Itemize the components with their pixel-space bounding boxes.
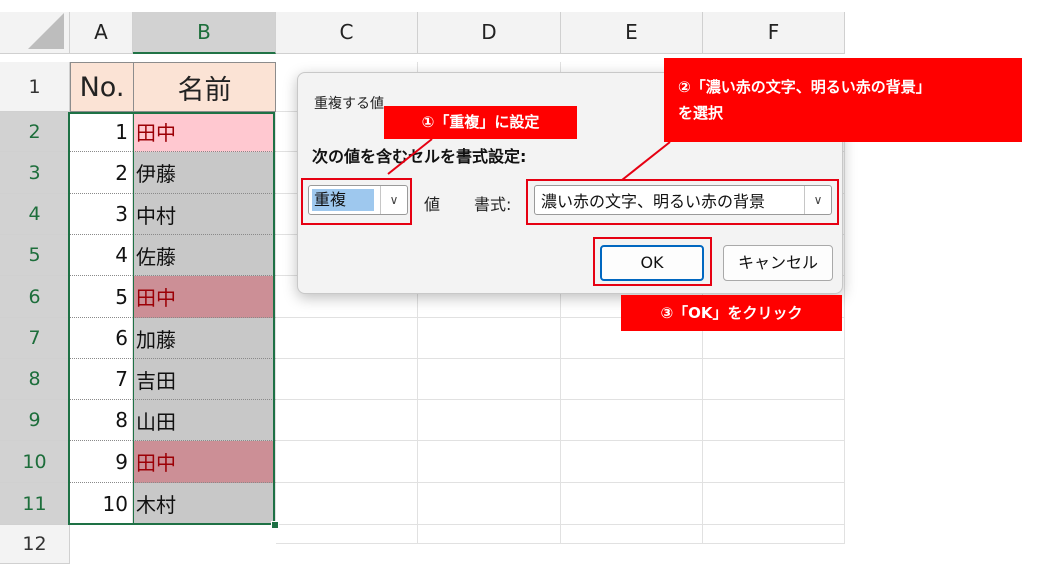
row-header-6[interactable]: 6: [0, 276, 70, 318]
grid-cell[interactable]: [418, 359, 561, 400]
grid-cell[interactable]: [561, 359, 703, 400]
cell-name-duplicate[interactable]: 田中: [133, 276, 276, 318]
grid-cell[interactable]: [418, 441, 561, 483]
row-header-5[interactable]: 5: [0, 235, 70, 276]
grid-cell[interactable]: [418, 318, 561, 359]
cell-name[interactable]: 山田: [133, 400, 276, 441]
row-header-3[interactable]: 3: [0, 152, 70, 194]
column-header-a[interactable]: A: [70, 12, 133, 54]
row-header-4[interactable]: 4: [0, 194, 70, 235]
grid-cell[interactable]: [703, 483, 845, 525]
duplicate-type-value: 重複: [312, 189, 374, 211]
grid-cell[interactable]: [561, 525, 703, 544]
cell-name[interactable]: 吉田: [133, 359, 276, 400]
grid-cell[interactable]: [276, 441, 418, 483]
grid-cell[interactable]: [276, 359, 418, 400]
cell-name-duplicate[interactable]: 田中: [133, 441, 276, 483]
chevron-down-icon[interactable]: ∨: [380, 186, 407, 214]
column-header-d[interactable]: D: [418, 12, 561, 54]
header-cell-no[interactable]: No.: [70, 62, 134, 112]
row-header-8[interactable]: 8: [0, 359, 70, 400]
cell-no[interactable]: 4: [70, 235, 133, 276]
callout-step2: ②「濃い赤の文字、明るい赤の背景」 を選択: [664, 58, 1022, 142]
grid-cell[interactable]: [703, 441, 845, 483]
grid-cell[interactable]: [276, 318, 418, 359]
grid-cell[interactable]: [418, 400, 561, 441]
grid-cell[interactable]: [418, 525, 561, 544]
callout-step2-line1: ②「濃い赤の文字、明るい赤の背景」: [678, 78, 931, 96]
value-label: 値: [424, 195, 441, 214]
cell-no[interactable]: 10: [70, 483, 133, 525]
grid-cell[interactable]: [418, 483, 561, 525]
row-header-7[interactable]: 7: [0, 318, 70, 359]
grid-cell[interactable]: [703, 525, 845, 544]
row-header-1[interactable]: 1: [0, 62, 70, 112]
cell-no[interactable]: 2: [70, 152, 133, 194]
chevron-down-icon[interactable]: ∨: [804, 186, 831, 214]
row-header-9[interactable]: 9: [0, 400, 70, 441]
column-header-e[interactable]: E: [561, 12, 703, 54]
grid-cell[interactable]: [561, 400, 703, 441]
duplicate-type-select[interactable]: 重複 ∨: [308, 185, 408, 215]
selection-divider: [133, 112, 134, 525]
cell-name[interactable]: 中村: [133, 194, 276, 235]
cell-name[interactable]: 佐藤: [133, 235, 276, 276]
grid-cell[interactable]: [276, 400, 418, 441]
cell-no[interactable]: 6: [70, 318, 133, 359]
grid-cell[interactable]: [703, 359, 845, 400]
column-header-b[interactable]: B: [133, 12, 276, 54]
cell-name[interactable]: 木村: [133, 483, 276, 525]
callout-step2-line2: を選択: [678, 104, 724, 122]
format-select[interactable]: 濃い赤の文字、明るい赤の背景 ∨: [534, 185, 832, 215]
cell-no[interactable]: 3: [70, 194, 133, 235]
cancel-button[interactable]: キャンセル: [723, 245, 833, 281]
column-header-f[interactable]: F: [703, 12, 845, 54]
dialog-prompt: 次の値を含むセルを書式設定:: [312, 147, 527, 166]
grid-cell[interactable]: [276, 483, 418, 525]
row-header-10[interactable]: 10: [0, 441, 70, 483]
select-all-triangle-icon: [28, 13, 64, 49]
cell-name[interactable]: 加藤: [133, 318, 276, 359]
format-value: 濃い赤の文字、明るい赤の背景: [541, 192, 766, 211]
cell-name-duplicate[interactable]: 田中: [133, 112, 276, 152]
cell-no[interactable]: 1: [70, 112, 133, 152]
column-header-c[interactable]: C: [276, 12, 418, 54]
fill-handle[interactable]: [271, 521, 279, 529]
grid-cell[interactable]: [276, 525, 418, 544]
callout-step1: ①「重複」に設定: [384, 106, 577, 139]
cell-no[interactable]: 8: [70, 400, 133, 441]
grid-cell[interactable]: [561, 441, 703, 483]
cell-name[interactable]: 伊藤: [133, 152, 276, 194]
cell-no[interactable]: 7: [70, 359, 133, 400]
row-header-2[interactable]: 2: [0, 112, 70, 152]
callout-step3: ③「OK」をクリック: [621, 295, 842, 331]
select-all-corner[interactable]: [0, 12, 70, 54]
header-cell-name[interactable]: 名前: [133, 62, 276, 112]
cell-no[interactable]: 5: [70, 276, 133, 318]
format-label: 書式:: [474, 195, 512, 214]
row-header-12[interactable]: 12: [0, 525, 70, 564]
row-header-11[interactable]: 11: [0, 483, 70, 525]
grid-cell[interactable]: [561, 483, 703, 525]
cell-no[interactable]: 9: [70, 441, 133, 483]
grid-cell[interactable]: [703, 400, 845, 441]
dialog-title: 重複する値: [314, 96, 384, 112]
ok-button[interactable]: OK: [600, 245, 704, 281]
